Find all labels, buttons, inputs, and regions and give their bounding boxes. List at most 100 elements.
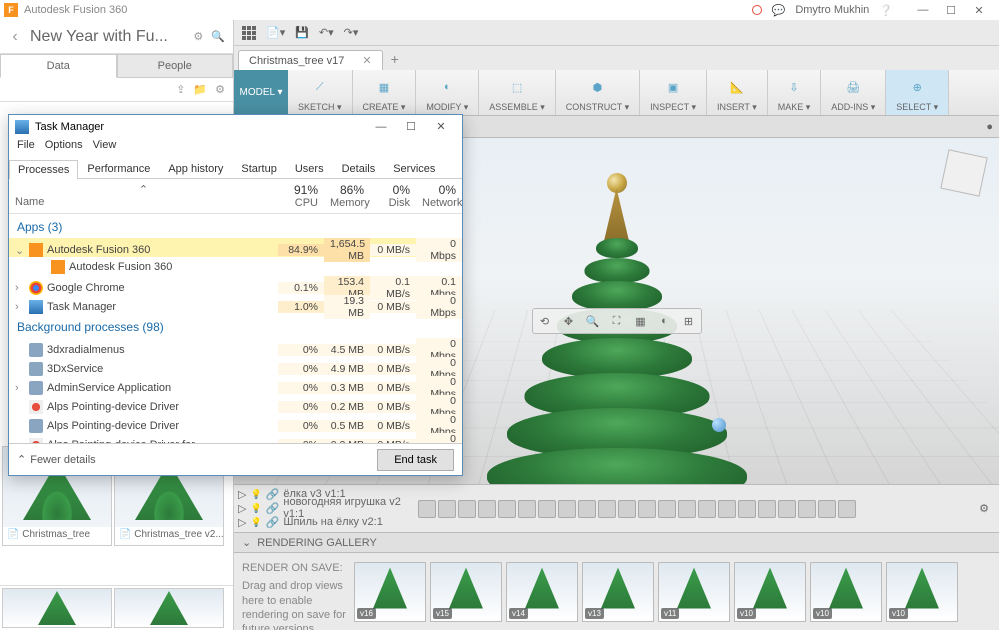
menu-item[interactable]: Options — [45, 139, 83, 159]
process-row[interactable]: Alps Pointing-device Driver0%0.2 MB0 MB/… — [9, 395, 462, 414]
end-task-button[interactable]: End task — [377, 449, 454, 471]
close-button[interactable]: ✕ — [969, 4, 989, 17]
timeline-feature[interactable] — [538, 500, 556, 518]
new-tab-button[interactable]: + — [383, 48, 407, 70]
tab-data[interactable]: Data — [0, 54, 117, 78]
tm-tab[interactable]: Services — [384, 159, 444, 178]
bottom-thumb[interactable] — [2, 588, 112, 628]
file-icon[interactable]: 📄▾ — [266, 26, 285, 39]
process-row[interactable]: ⌄Autodesk Fusion 36084.9%1,654.5 MB0 MB/… — [9, 238, 462, 257]
render-thumbnail[interactable]: v10 — [886, 562, 958, 622]
back-icon[interactable]: ‹ — [0, 28, 30, 46]
upload-icon[interactable]: ⇪ — [176, 83, 185, 96]
process-row[interactable]: 3DxService0%4.9 MB0 MB/s0 Mbps — [9, 357, 462, 376]
timeline-feature[interactable] — [838, 500, 856, 518]
orbit-icon[interactable]: ⟲ — [535, 311, 555, 331]
timeline-feature[interactable] — [798, 500, 816, 518]
settings-icon[interactable]: ⚙ — [193, 30, 203, 43]
col-cpu[interactable]: CPU — [295, 197, 318, 209]
render-thumbnail[interactable]: v13 — [582, 562, 654, 622]
file-tab[interactable]: Christmas_tree v17 ✕ — [238, 50, 383, 70]
menu-item[interactable]: File — [17, 139, 35, 159]
process-row[interactable]: 3dxradialmenus0%4.5 MB0 MB/s0 Mbps — [9, 338, 462, 357]
timeline-feature[interactable] — [618, 500, 636, 518]
ribbon-group[interactable]: ⟋SKETCH ▾ — [288, 70, 353, 115]
timeline-feature[interactable] — [498, 500, 516, 518]
ribbon-group[interactable]: ▣INSPECT ▾ — [640, 70, 707, 115]
timeline-feature[interactable] — [658, 500, 676, 518]
timeline-feature[interactable] — [818, 500, 836, 518]
expand-icon[interactable]: ⌄ — [15, 244, 25, 257]
bottom-thumb[interactable] — [114, 588, 224, 628]
tm-tab[interactable]: Details — [333, 159, 385, 178]
timeline-features[interactable] — [414, 485, 969, 532]
render-gallery-bar[interactable]: ⌄ RENDERING GALLERY — [234, 532, 999, 552]
ribbon-group[interactable]: ⊕SELECT ▾ — [886, 70, 949, 115]
ribbon-group[interactable]: 🖨ADD-INS ▾ — [821, 70, 886, 115]
timeline-feature[interactable] — [418, 500, 436, 518]
bg-section-header[interactable]: Background processes (98) — [9, 314, 462, 338]
browser-toggle-icon[interactable]: ● — [986, 121, 993, 133]
tm-maximize-button[interactable]: ☐ — [396, 117, 426, 137]
undo-icon[interactable]: ↶▾ — [319, 26, 334, 39]
expand-icon[interactable]: › — [15, 282, 25, 294]
col-name[interactable]: Name — [15, 196, 44, 208]
maximize-button[interactable]: ☐ — [941, 4, 961, 17]
column-headers[interactable]: ⌃Name 91%CPU 86%Memory 0%Disk 0%Network — [9, 179, 462, 214]
viewcube[interactable] — [940, 149, 987, 196]
workspace-switcher[interactable]: MODEL ▾ — [234, 70, 288, 115]
timeline-feature[interactable] — [638, 500, 656, 518]
expand-icon[interactable]: › — [15, 301, 25, 313]
pan-icon[interactable]: ✥ — [559, 311, 579, 331]
chat-icon[interactable]: 💬 — [772, 4, 786, 17]
expand-icon[interactable]: › — [15, 382, 25, 394]
ribbon-group[interactable]: ⬢CONSTRUCT ▾ — [556, 70, 640, 115]
col-disk[interactable]: Disk — [389, 197, 410, 209]
timeline-feature[interactable] — [758, 500, 776, 518]
visual-style-icon[interactable]: ◐ — [655, 311, 675, 331]
fewer-details-button[interactable]: ⌃ Fewer details — [17, 453, 96, 466]
taskmgr-titlebar[interactable]: Task Manager — ☐ ✕ — [9, 115, 462, 139]
fit-icon[interactable]: ⛶ — [607, 311, 627, 331]
timeline-feature[interactable] — [578, 500, 596, 518]
timeline-feature[interactable] — [778, 500, 796, 518]
col-mem[interactable]: Memory — [330, 197, 370, 209]
ribbon-group[interactable]: 📐INSERT ▾ — [707, 70, 768, 115]
tm-tab[interactable]: Startup — [232, 159, 285, 178]
redo-icon[interactable]: ↷▾ — [344, 26, 359, 39]
minimize-button[interactable]: — — [913, 4, 933, 16]
help-icon[interactable]: ❔ — [879, 4, 893, 17]
tab-people[interactable]: People — [117, 54, 234, 78]
render-thumbnail[interactable]: v14 — [506, 562, 578, 622]
timeline-feature[interactable] — [458, 500, 476, 518]
display-icon[interactable]: ▦ — [631, 311, 651, 331]
timeline-row[interactable]: ▷💡🔗новогодняя игрушка v2 v1:1 — [238, 501, 410, 515]
timeline-feature[interactable] — [598, 500, 616, 518]
timeline-feature[interactable] — [718, 500, 736, 518]
render-thumbnail[interactable]: v11 — [658, 562, 730, 622]
timeline-feature[interactable] — [678, 500, 696, 518]
ribbon-group[interactable]: ▦CREATE ▾ — [353, 70, 417, 115]
ribbon-group[interactable]: ◐MODIFY ▾ — [416, 70, 479, 115]
timeline-feature[interactable] — [478, 500, 496, 518]
close-tab-icon[interactable]: ✕ — [362, 54, 371, 67]
chevron-down-icon[interactable]: ⌄ — [242, 536, 251, 549]
grid-icon[interactable]: ⊞ — [679, 311, 699, 331]
timeline-feature[interactable] — [558, 500, 576, 518]
zoom-icon[interactable]: 🔍 — [583, 311, 603, 331]
process-row[interactable]: Alps Pointing-device Driver0%0.5 MB0 MB/… — [9, 414, 462, 433]
tm-tab[interactable]: App history — [159, 159, 232, 178]
search-icon[interactable]: 🔍 — [211, 30, 225, 43]
process-row[interactable]: Alps Pointing-device Driver for ...0%0.2… — [9, 433, 462, 443]
process-row[interactable]: ›Google Chrome0.1%153.4 MB0.1 MB/s0.1 Mb… — [9, 276, 462, 295]
save-icon[interactable]: 💾 — [295, 26, 309, 39]
tm-minimize-button[interactable]: — — [366, 117, 396, 137]
ribbon-group[interactable]: ⬚ASSEMBLE ▾ — [479, 70, 556, 115]
apps-section-header[interactable]: Apps (3) — [9, 214, 462, 238]
process-row[interactable]: Autodesk Fusion 360 — [9, 257, 462, 276]
user-name[interactable]: Dmytro Mukhin — [795, 4, 869, 16]
tm-tab[interactable]: Performance — [78, 159, 159, 178]
render-thumbnail[interactable]: v10 — [734, 562, 806, 622]
record-icon[interactable] — [752, 5, 762, 15]
folder-icon[interactable]: 📁 — [193, 83, 207, 96]
